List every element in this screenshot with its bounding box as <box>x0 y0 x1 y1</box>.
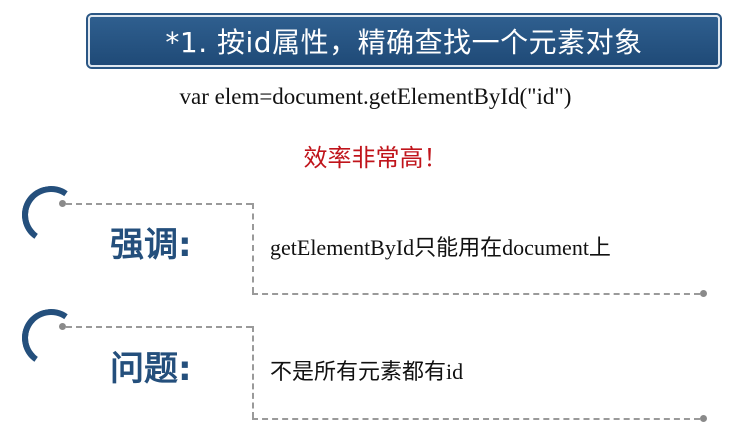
connector-dot-icon <box>59 200 66 207</box>
title-bar: *1. 按id属性，精确查找一个元素对象 <box>88 15 720 67</box>
bracket-arc-lower-icon <box>22 309 80 367</box>
bracket-arc-lower-icon <box>22 186 80 244</box>
connector-dot-icon <box>59 323 66 330</box>
connector-line <box>252 203 254 293</box>
section-text: 不是所有元素都有id <box>270 359 464 384</box>
highlight-text: 效率非常高！ <box>303 144 448 172</box>
section-label: 强调: <box>110 225 192 265</box>
section-text: getElementById只能用在document上 <box>270 235 611 260</box>
connector-line <box>66 326 252 328</box>
connector-line <box>66 203 252 205</box>
connector-line <box>252 293 700 295</box>
section-label: 问题: <box>110 349 192 389</box>
connector-dot-icon <box>700 290 707 297</box>
connector-line <box>252 418 700 420</box>
connector-dot-icon <box>700 415 707 422</box>
slide-title: *1. 按id属性，精确查找一个元素对象 <box>165 26 643 59</box>
connector-line <box>252 326 254 418</box>
code-line: var elem=document.getElementById("id") <box>179 84 572 109</box>
